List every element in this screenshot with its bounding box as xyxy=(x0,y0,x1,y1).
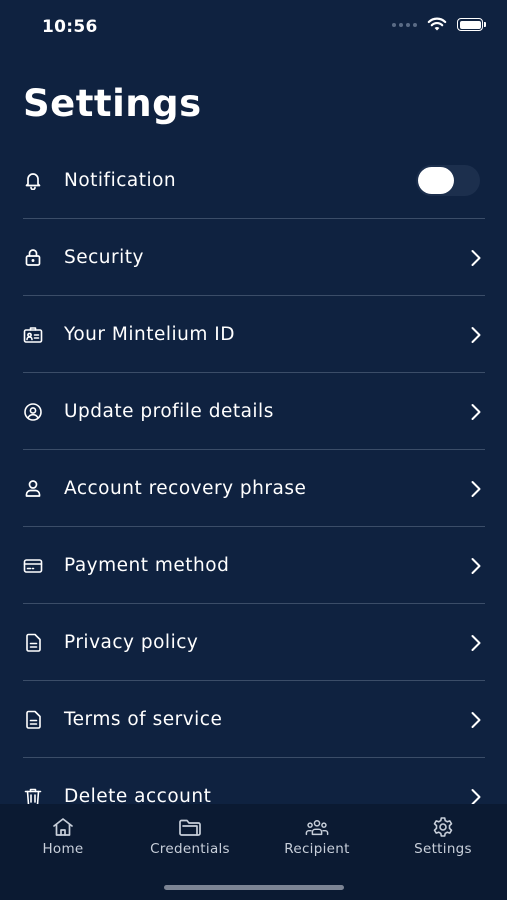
chevron-right-icon xyxy=(469,634,483,652)
document-icon xyxy=(23,710,43,730)
folder-icon xyxy=(178,816,202,838)
lock-icon xyxy=(23,248,43,268)
settings-row-label: Terms of service xyxy=(64,709,223,730)
settings-row-label: Account recovery phrase xyxy=(64,478,307,499)
chevron-right-icon xyxy=(469,480,483,498)
settings-row-label: Privacy policy xyxy=(64,632,199,653)
settings-row-mintelium-id[interactable]: Your Mintelium ID xyxy=(0,296,507,373)
chevron-right-icon xyxy=(469,403,483,421)
settings-row-security[interactable]: Security xyxy=(0,219,507,296)
battery-icon xyxy=(457,18,486,31)
user-circle-icon xyxy=(23,402,43,422)
home-icon xyxy=(51,816,75,838)
user-icon xyxy=(23,479,43,499)
tab-label: Settings xyxy=(414,841,472,857)
tab-home[interactable]: Home xyxy=(8,816,118,857)
credit-card-icon xyxy=(23,556,43,576)
settings-row-update-profile[interactable]: Update profile details xyxy=(0,373,507,450)
status-bar: 10:56 xyxy=(0,0,507,54)
gear-icon xyxy=(431,816,455,838)
settings-row-label: Payment method xyxy=(64,555,230,576)
document-icon xyxy=(23,633,43,653)
status-indicators xyxy=(392,17,486,32)
chevron-right-icon xyxy=(469,711,483,729)
id-card-icon xyxy=(23,325,43,345)
page-title: Settings xyxy=(23,82,202,125)
tab-label: Home xyxy=(42,841,84,857)
chevron-right-icon xyxy=(469,788,483,806)
chevron-right-icon xyxy=(469,249,483,267)
cellular-signal-icon xyxy=(392,22,417,27)
settings-row-label: Update profile details xyxy=(64,401,274,422)
notification-toggle[interactable] xyxy=(416,165,480,196)
settings-row-label: Security xyxy=(64,247,144,268)
settings-row-privacy-policy[interactable]: Privacy policy xyxy=(0,604,507,681)
tab-label: Credentials xyxy=(150,841,230,857)
home-indicator[interactable] xyxy=(164,885,344,890)
tab-recipient[interactable]: Recipient xyxy=(262,816,372,857)
settings-list: Notification Security Your Mintelium ID … xyxy=(0,142,507,835)
settings-row-label: Notification xyxy=(64,170,177,191)
group-icon xyxy=(305,816,329,838)
chevron-right-icon xyxy=(469,326,483,344)
toggle-knob xyxy=(418,167,454,194)
chevron-right-icon xyxy=(469,557,483,575)
settings-row-notification: Notification xyxy=(0,142,507,219)
bell-icon xyxy=(23,171,43,191)
settings-row-payment-method[interactable]: Payment method xyxy=(0,527,507,604)
tab-credentials[interactable]: Credentials xyxy=(135,816,245,857)
status-time: 10:56 xyxy=(42,17,98,37)
settings-row-label: Your Mintelium ID xyxy=(64,324,235,345)
tab-label: Recipient xyxy=(284,841,350,857)
wifi-icon xyxy=(427,17,447,31)
settings-row-terms-of-service[interactable]: Terms of service xyxy=(0,681,507,758)
settings-row-recovery-phrase[interactable]: Account recovery phrase xyxy=(0,450,507,527)
tab-settings[interactable]: Settings xyxy=(388,816,498,857)
